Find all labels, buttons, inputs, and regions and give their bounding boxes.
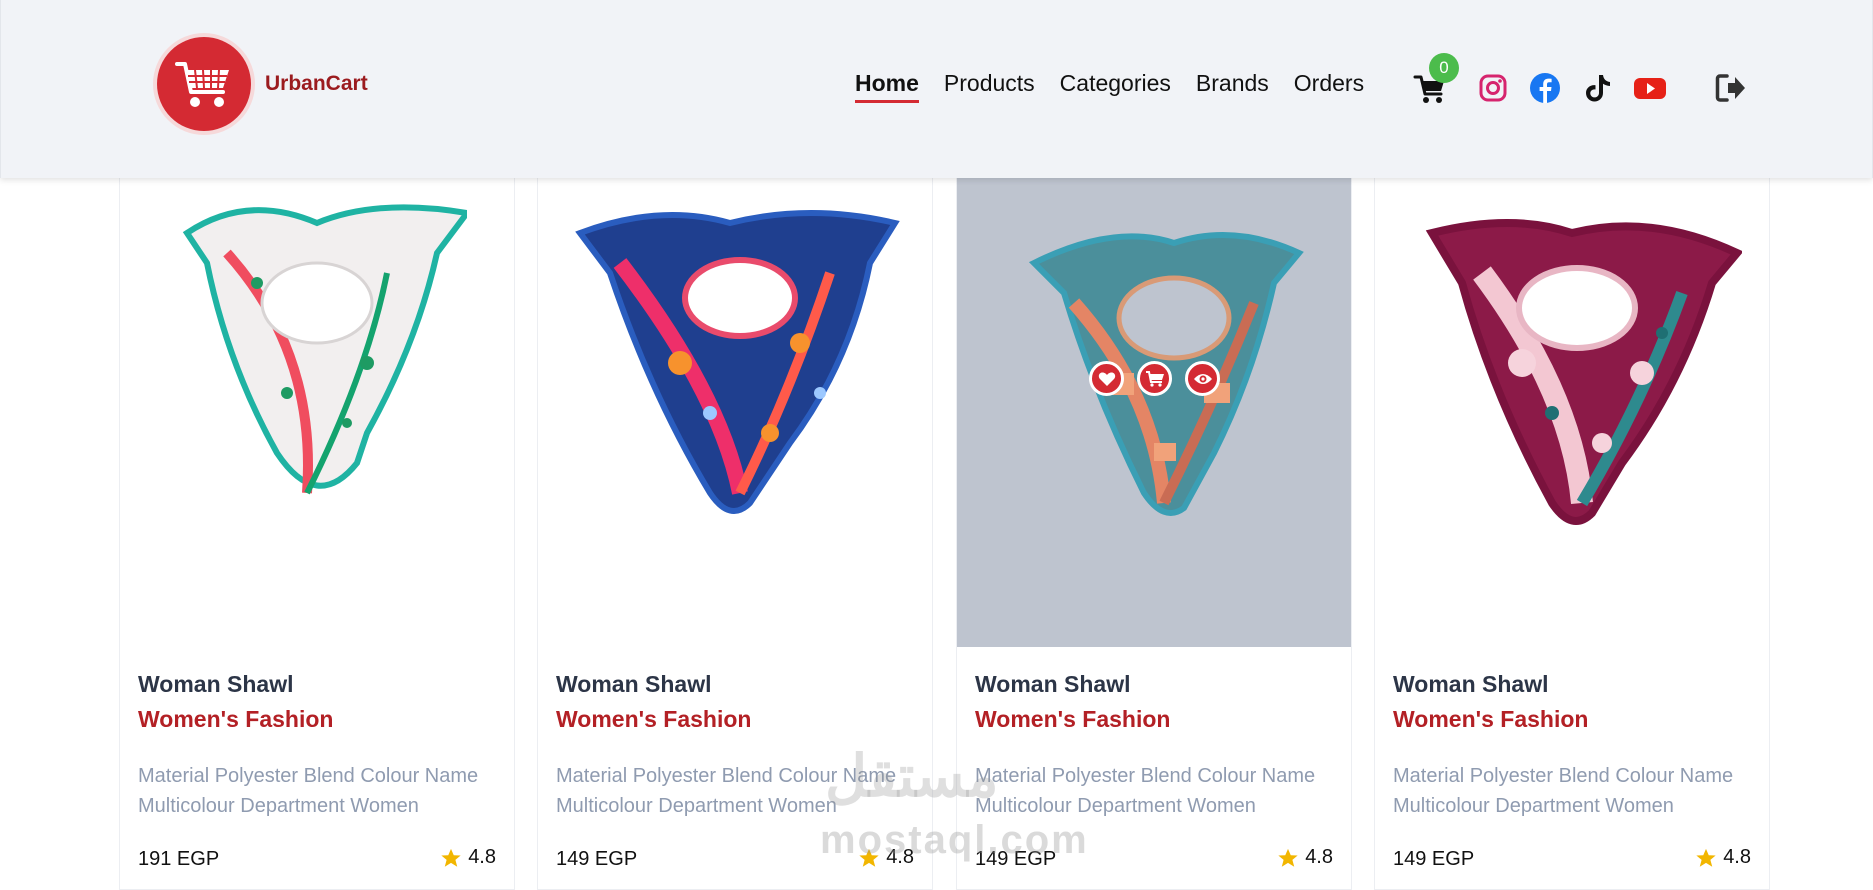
watermark-latin: mostaql.com — [820, 818, 1089, 862]
brand-logo[interactable]: UrbanCart — [157, 37, 368, 131]
product-card[interactable]: Woman Shawl Women's Fashion Material Pol… — [119, 150, 515, 890]
product-price: 149 EGP — [1393, 848, 1475, 870]
product-description: Material Polyester Blend Colour Name Mul… — [1393, 765, 1734, 817]
product-hover-actions — [1089, 361, 1220, 396]
product-category: Women's Fashion — [1393, 706, 1589, 732]
product-description: Material Polyester Blend Colour Name Mul… — [975, 765, 1316, 817]
watermark-arabic: مستقل — [825, 744, 999, 809]
product-title[interactable]: Woman Shawl — [138, 671, 294, 698]
nav-orders[interactable]: Orders — [1294, 70, 1364, 103]
product-rating: 4.8 — [1695, 846, 1751, 869]
star-icon — [441, 848, 461, 867]
rating-value: 4.8 — [1305, 846, 1333, 868]
youtube-icon[interactable] — [1633, 72, 1667, 104]
logout-icon[interactable] — [1715, 73, 1747, 103]
product-price: 149 EGP — [556, 848, 638, 870]
nav-products[interactable]: Products — [944, 70, 1035, 103]
product-title[interactable]: Woman Shawl — [556, 671, 712, 698]
nav-home[interactable]: Home — [855, 70, 919, 103]
product-title[interactable]: Woman Shawl — [1393, 671, 1549, 698]
main-nav: Home Products Categories Brands Orders — [855, 70, 1389, 103]
tiktok-icon[interactable] — [1581, 72, 1613, 104]
nav-categories[interactable]: Categories — [1060, 70, 1171, 103]
heart-icon[interactable] — [1089, 361, 1124, 396]
product-price: 191 EGP — [138, 848, 220, 870]
product-image[interactable] — [1375, 151, 1769, 647]
logo-cart-icon — [157, 37, 251, 131]
brand-name: UrbanCart — [265, 72, 368, 95]
product-rating: 4.8 — [1277, 846, 1333, 869]
instagram-icon[interactable] — [1477, 72, 1509, 104]
facebook-icon[interactable] — [1529, 72, 1561, 104]
product-image[interactable] — [120, 151, 514, 647]
product-category: Women's Fashion — [556, 706, 752, 732]
rating-value: 4.8 — [468, 846, 496, 868]
product-category: Women's Fashion — [975, 706, 1171, 732]
site-header: UrbanCart Home Products Categories Brand… — [0, 0, 1873, 178]
product-rating: 4.8 — [440, 846, 496, 869]
eye-icon[interactable] — [1185, 361, 1220, 396]
nav-brands[interactable]: Brands — [1196, 70, 1269, 103]
rating-value: 4.8 — [1723, 846, 1751, 868]
star-icon — [1696, 848, 1716, 867]
add-to-cart-icon[interactable] — [1137, 361, 1172, 396]
product-card[interactable]: Woman Shawl Women's Fashion Material Pol… — [1374, 150, 1770, 890]
product-category: Women's Fashion — [138, 706, 334, 732]
cart-count-badge: 0 — [1429, 53, 1459, 83]
product-card[interactable]: Woman Shawl Women's Fashion Material Pol… — [956, 150, 1352, 890]
product-title[interactable]: Woman Shawl — [975, 671, 1131, 698]
product-image[interactable] — [957, 151, 1351, 647]
product-description: Material Polyester Blend Colour Name Mul… — [138, 765, 479, 817]
product-image[interactable] — [538, 151, 932, 647]
star-icon — [1278, 848, 1298, 867]
